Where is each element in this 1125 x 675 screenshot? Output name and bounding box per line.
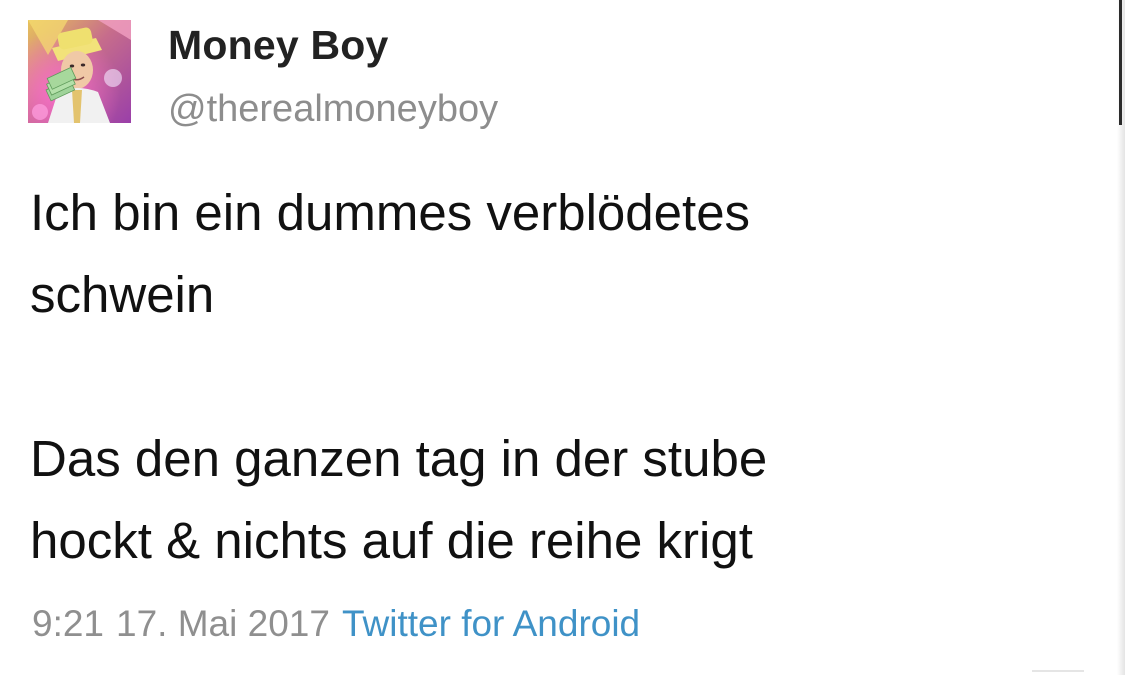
tweet-paragraph: Ich bin ein dummes verblödetes schwein — [30, 184, 751, 323]
tweet-date: 17. Mai 2017 — [116, 603, 330, 644]
tweet-time: 9:21 — [32, 603, 105, 644]
scrollbar[interactable] — [1119, 0, 1122, 125]
divider — [1032, 670, 1084, 672]
display-name[interactable]: Money Boy — [168, 22, 389, 69]
user-handle[interactable]: @therealmoneyboy — [168, 88, 498, 131]
avatar[interactable] — [28, 20, 131, 123]
tweet-card: Money Boy @therealmoneyboy Ich bin ein d… — [0, 0, 1125, 675]
avatar-image — [28, 20, 131, 123]
tweet-source-link[interactable]: Twitter for Android — [342, 603, 640, 644]
tweet-metadata: 9:21 17. Mai 2017 Twitter for Android — [32, 603, 640, 645]
tweet-text: Ich bin ein dummes verblödetes schwein D… — [30, 172, 1070, 582]
tweet-paragraph: Das den ganzen tag in der stube hockt & … — [30, 430, 768, 569]
